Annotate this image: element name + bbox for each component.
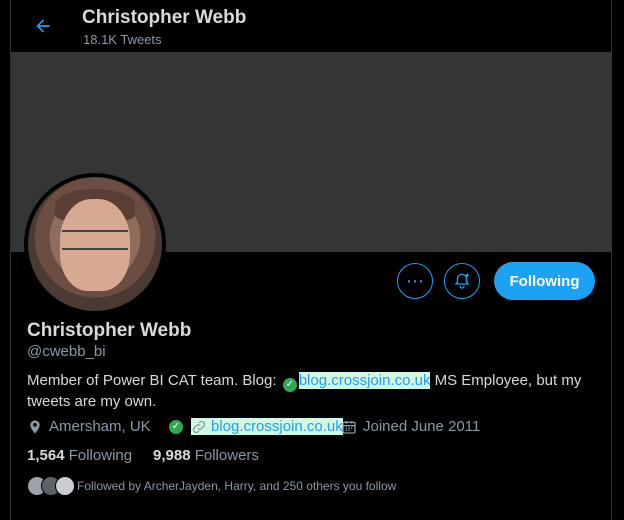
followers-count: 9,988 [153, 447, 191, 464]
bell-plus-icon [454, 273, 470, 289]
mini-avatar [55, 476, 75, 496]
back-arrow-icon[interactable] [31, 14, 55, 38]
verified-check-icon: ✓ [282, 378, 297, 392]
verified-check-icon: ✓ [169, 419, 183, 434]
calendar-icon [342, 420, 356, 434]
website-link[interactable]: blog.crossjoin.co.uk [191, 418, 343, 435]
location-item: Amersham, UK [27, 418, 151, 435]
website-text: blog.crossjoin.co.uk [211, 418, 343, 435]
joined-item: Joined June 2011 [341, 418, 480, 435]
following-button[interactable]: Following [494, 262, 595, 300]
header-title: Christopher Webb [82, 7, 247, 28]
following-label: Following [68, 447, 133, 464]
tweet-count: 18.1K Tweets [83, 32, 162, 47]
link-icon [192, 420, 206, 433]
followed-by[interactable]: Followed by ArcherJayden, Harry, and 250… [27, 476, 396, 496]
location-pin-icon [30, 419, 40, 434]
following-count: 1,564 [27, 447, 65, 464]
avatar-glasses [62, 230, 128, 250]
avatar[interactable] [24, 173, 166, 315]
profile-header: Christopher Webb 18.1K Tweets [11, 0, 611, 52]
followers-label: Followers [194, 447, 259, 464]
followers-count-link[interactable]: 9,988 Followers [153, 447, 259, 464]
website-item: ✓ blog.crossjoin.co.uk [167, 418, 343, 435]
more-options-button[interactable]: ⋯ [397, 263, 433, 299]
bio-link[interactable]: blog.crossjoin.co.uk [298, 372, 431, 389]
profile-frame: Christopher Webb 18.1K Tweets ⋯ Followin… [10, 0, 612, 520]
followed-by-avatars [27, 476, 75, 496]
followed-by-text: Followed by ArcherJayden, Harry, and 250… [77, 479, 397, 493]
location-text: Amersham, UK [49, 418, 151, 435]
bio-prefix: Member of Power BI CAT team. Blog: [27, 372, 281, 389]
notifications-button[interactable] [444, 263, 480, 299]
profile-name: Christopher Webb [27, 320, 192, 341]
profile-bio: Member of Power BI CAT team. Blog: ✓ blog… [27, 371, 587, 411]
profile-handle: @cwebb_bi [27, 343, 106, 360]
following-count-link[interactable]: 1,564 Following [27, 447, 132, 464]
ellipsis-icon: ⋯ [406, 271, 424, 291]
avatar-photo [28, 177, 162, 311]
joined-text: Joined June 2011 [363, 418, 481, 435]
